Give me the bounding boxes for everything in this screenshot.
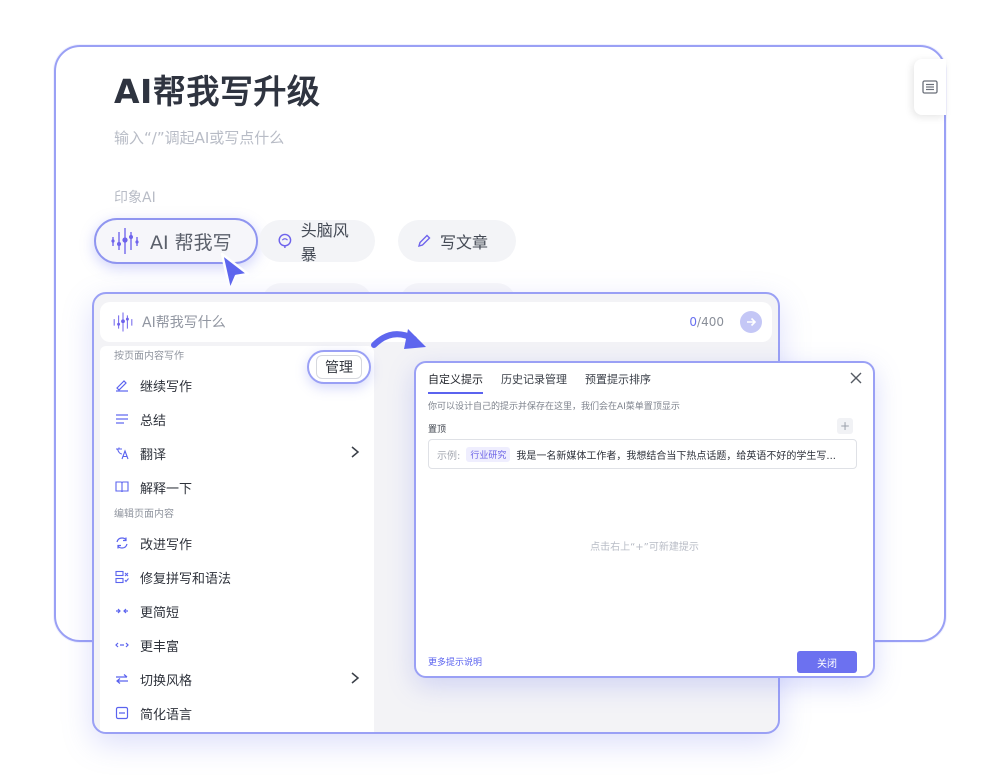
ai-sparkle-icon bbox=[113, 312, 133, 332]
menu-item-explain[interactable]: 解释一下 bbox=[100, 470, 374, 504]
menu-item-translate[interactable]: 翻译 bbox=[100, 436, 374, 470]
pencil-icon bbox=[417, 234, 431, 248]
book-icon bbox=[114, 479, 130, 495]
menu-item-improve-writing[interactable]: 改进写作 bbox=[100, 526, 374, 560]
menu-item-label: 解释一下 bbox=[140, 481, 193, 497]
close-button[interactable]: 关闭 bbox=[797, 651, 857, 673]
section-label: 印象AI bbox=[114, 190, 156, 206]
more-info-link[interactable]: 更多提示说明 bbox=[428, 655, 482, 668]
manage-button[interactable]: 管理 bbox=[307, 350, 371, 384]
menu-item-label: 总结 bbox=[140, 413, 167, 429]
menu-item-label: 简化语言 bbox=[140, 707, 193, 723]
write-article-chip[interactable]: 写文章 bbox=[398, 220, 516, 262]
refresh-icon bbox=[114, 535, 130, 551]
close-icon[interactable] bbox=[849, 371, 863, 385]
menu-item-shorter[interactable]: 更简短 bbox=[100, 594, 374, 628]
ai-write-chip-label: AI 帮我写 bbox=[150, 231, 232, 254]
chevron-right-icon bbox=[351, 446, 360, 458]
pen-continue-icon bbox=[114, 377, 130, 393]
expand-icon bbox=[114, 637, 130, 653]
example-label: 示例: bbox=[437, 450, 461, 462]
spellcheck-icon bbox=[114, 569, 130, 585]
ai-command-menu: 按页面内容写作 继续写作 总结 翻译 解释一下 编辑页面内容 改进写作 修复拼写… bbox=[100, 346, 374, 732]
brainstorm-chip-label: 头脑风暴 bbox=[300, 221, 349, 264]
char-counter-current: 0 bbox=[689, 315, 698, 329]
menu-item-label: 更丰富 bbox=[140, 639, 180, 655]
tab-history[interactable]: 历史记录管理 bbox=[501, 371, 567, 394]
menu-group-label: 编辑页面内容 bbox=[114, 509, 174, 520]
dialog-tabs: 自定义提示 历史记录管理 预置提示排序 bbox=[428, 371, 651, 394]
menu-item-label: 改进写作 bbox=[140, 537, 193, 553]
write-article-chip-label: 写文章 bbox=[440, 233, 489, 252]
menu-item-label: 翻译 bbox=[140, 447, 167, 463]
char-counter: 0/400 bbox=[689, 315, 724, 329]
menu-item-label: 切换风格 bbox=[140, 673, 193, 689]
dialog-description: 你可以设计自己的提示并保存在这里，我们会在AI菜单置顶显示 bbox=[428, 402, 680, 412]
summary-list-icon bbox=[114, 411, 130, 427]
translate-icon bbox=[114, 445, 130, 461]
menu-item-switch-style[interactable]: 切换风格 bbox=[100, 662, 374, 696]
arrow-right-icon bbox=[747, 317, 757, 327]
pinned-section-label: 置顶 bbox=[428, 425, 447, 435]
outline-toggle-button[interactable] bbox=[914, 59, 946, 115]
brainstorm-chip[interactable]: 头脑风暴 bbox=[259, 220, 375, 264]
chevron-right-icon bbox=[351, 672, 360, 684]
menu-item-label: 继续写作 bbox=[140, 379, 193, 395]
add-prompt-button[interactable]: + bbox=[837, 418, 853, 434]
mouse-cursor-icon bbox=[220, 252, 250, 292]
menu-item-fix-spelling[interactable]: 修复拼写和语法 bbox=[100, 560, 374, 594]
curved-arrow-icon bbox=[371, 329, 426, 349]
minus-box-icon bbox=[114, 705, 130, 721]
ai-prompt-input[interactable]: AI帮我写什么 0/400 bbox=[100, 302, 772, 342]
char-counter-max: /400 bbox=[697, 315, 724, 329]
manage-button-label: 管理 bbox=[316, 355, 362, 379]
shrink-icon bbox=[114, 603, 130, 619]
switch-icon bbox=[114, 671, 130, 687]
page-title: AI帮我写升级 bbox=[114, 72, 321, 111]
menu-item-label: 更简短 bbox=[140, 605, 180, 621]
menu-item-label: 修复拼写和语法 bbox=[140, 571, 232, 587]
example-prompt-text: 我是一名新媒体工作者，我想结合当下热点话题，给英语不好的学生写... bbox=[516, 450, 836, 462]
example-prompt-row[interactable]: 示例: 行业研究 我是一名新媒体工作者，我想结合当下热点话题，给英语不好的学生写… bbox=[428, 439, 857, 469]
menu-item-richer[interactable]: 更丰富 bbox=[100, 628, 374, 662]
ai-sparkle-icon bbox=[111, 228, 139, 254]
tab-custom-prompts[interactable]: 自定义提示 bbox=[428, 371, 483, 394]
editor-placeholder[interactable]: 输入“/”调起AI或写点什么 bbox=[114, 127, 284, 148]
prompt-manager-dialog: 自定义提示 历史记录管理 预置提示排序 你可以设计自己的提示并保存在这里，我们会… bbox=[414, 361, 875, 678]
menu-item-simplify[interactable]: 简化语言 bbox=[100, 696, 374, 730]
menu-item-summary[interactable]: 总结 bbox=[100, 402, 374, 436]
list-icon bbox=[922, 80, 938, 94]
tab-preset-order[interactable]: 预置提示排序 bbox=[585, 371, 651, 394]
category-tag: 行业研究 bbox=[466, 446, 511, 462]
brain-icon bbox=[278, 233, 292, 249]
send-button[interactable] bbox=[740, 311, 762, 333]
empty-state-hint: 点击右上“+”可新建提示 bbox=[590, 542, 699, 553]
